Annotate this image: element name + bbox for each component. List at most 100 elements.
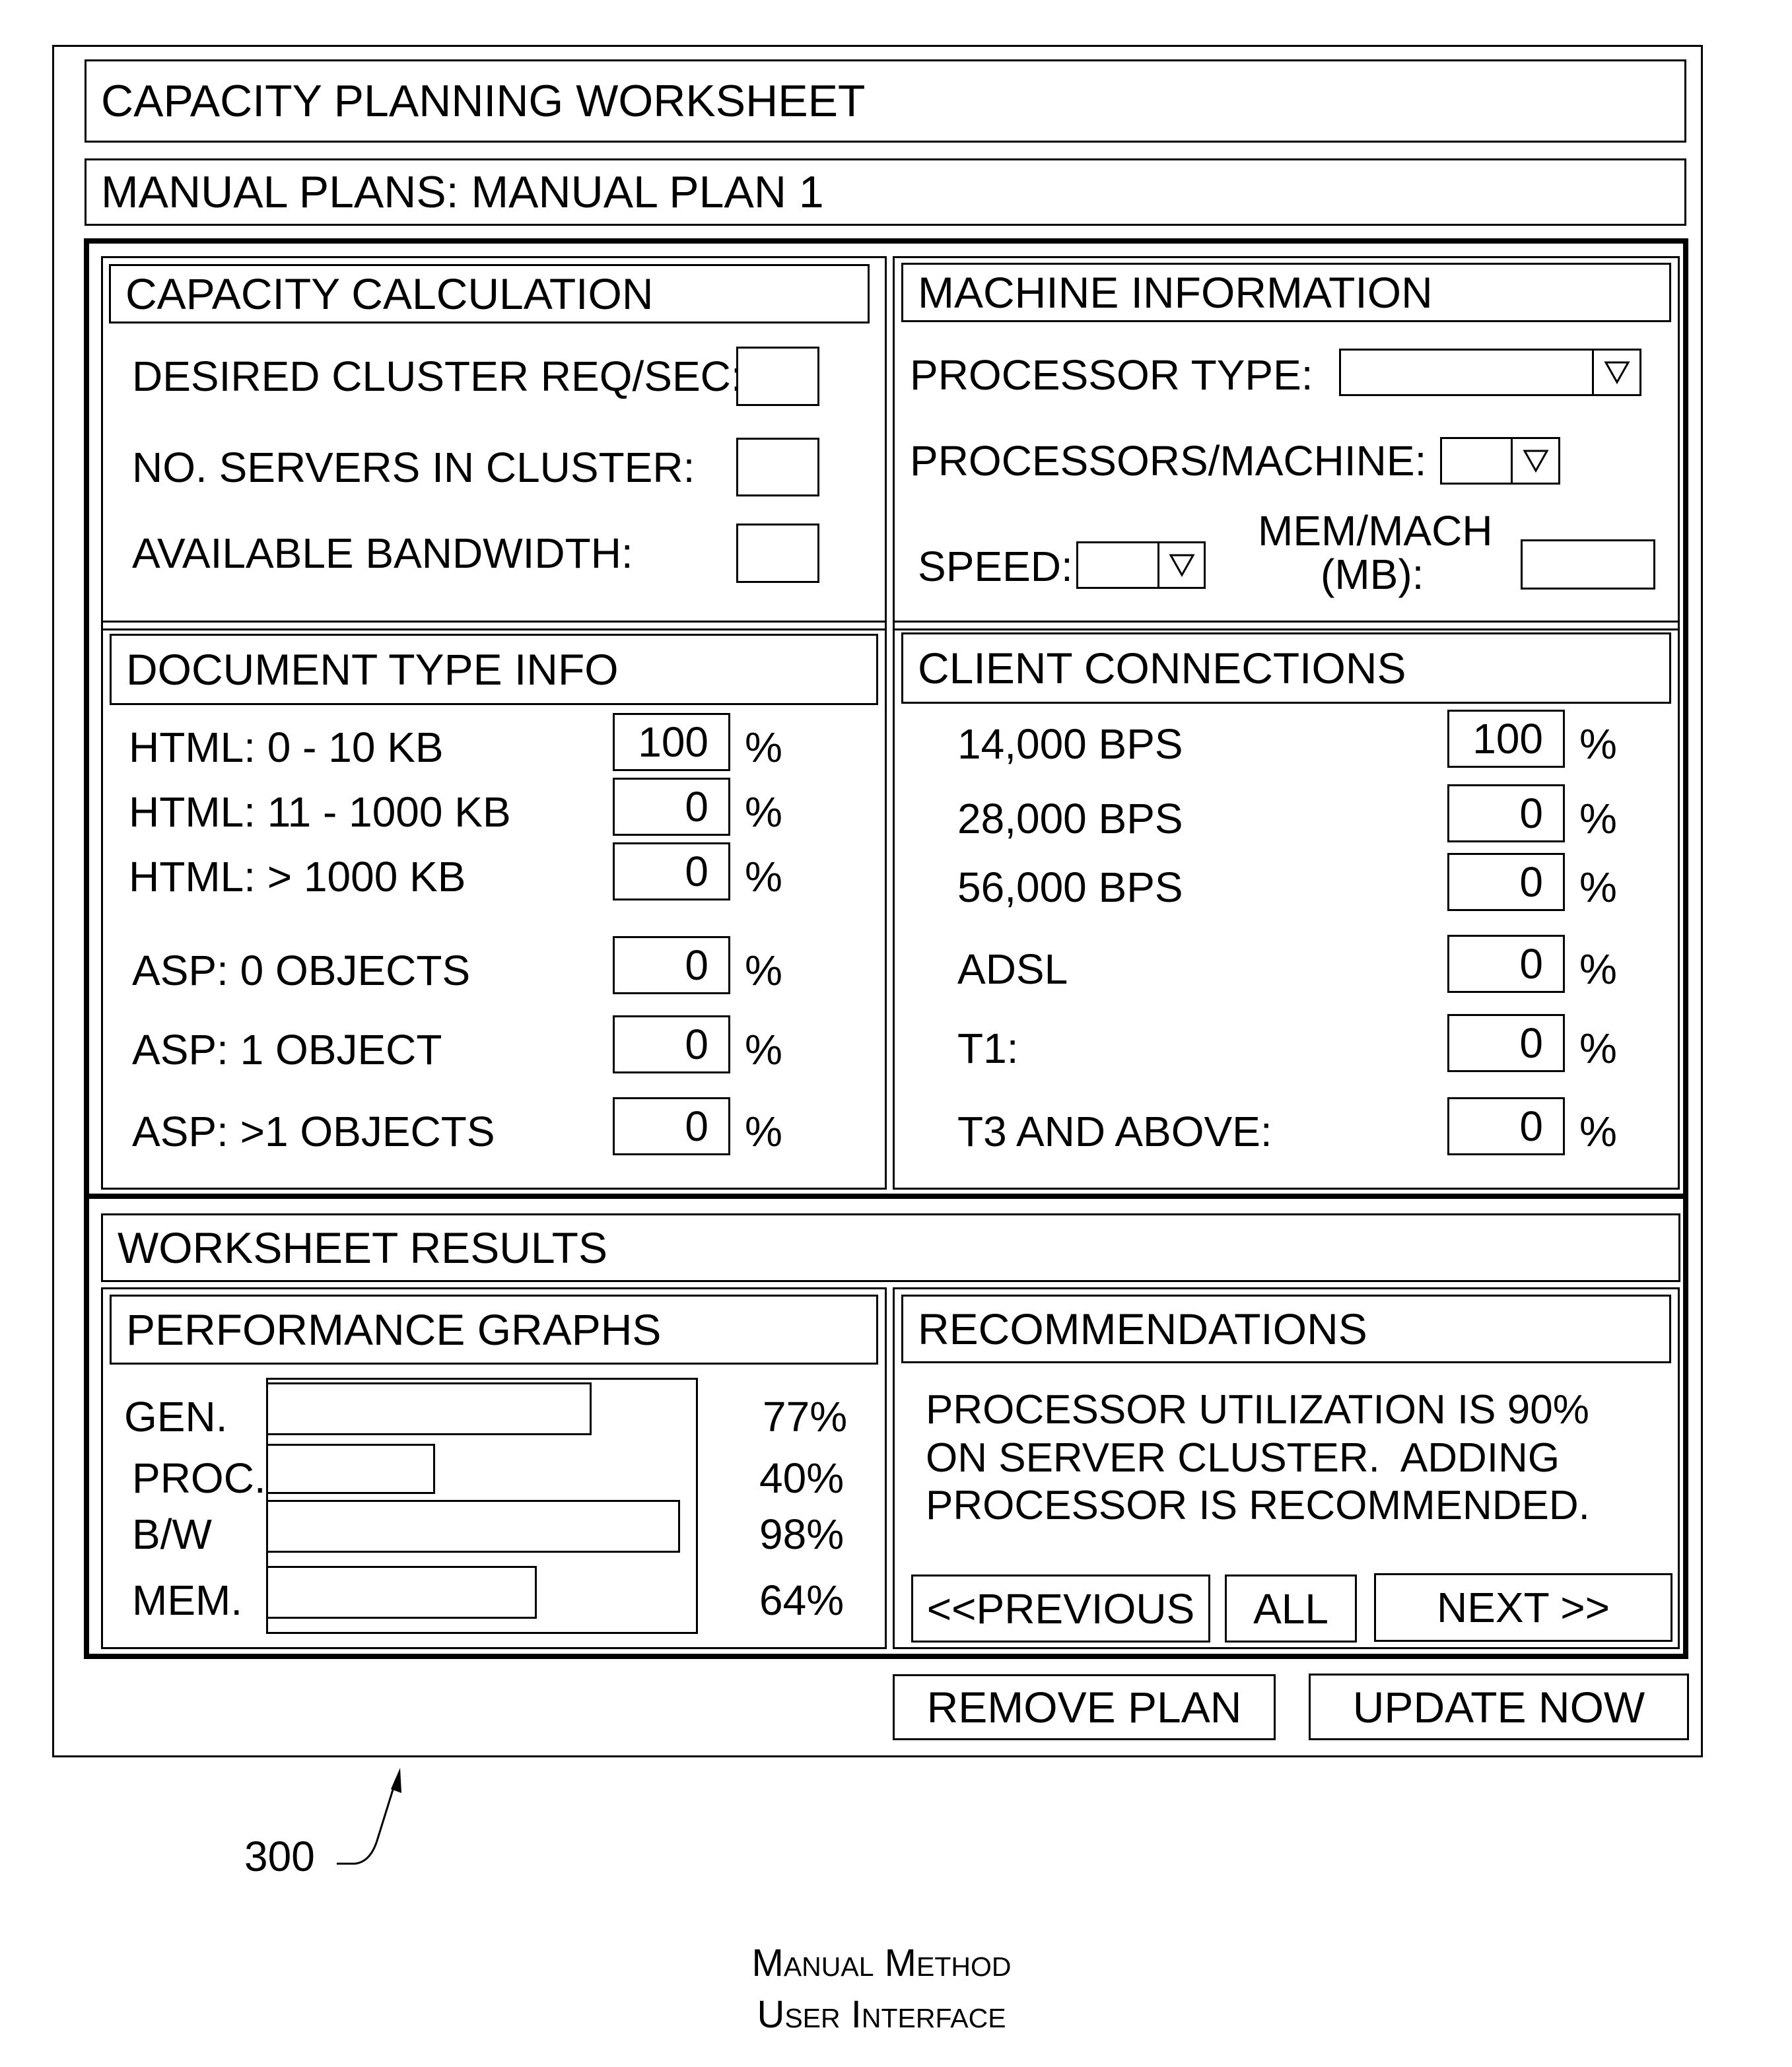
- client-connections-header: CLIENT CONNECTIONS: [901, 632, 1671, 704]
- document-type-percent-input[interactable]: 0: [613, 1015, 730, 1073]
- connection-type-label: T1:: [957, 1025, 1019, 1072]
- performance-bar-value: 64%: [759, 1576, 844, 1624]
- triangle-down-icon[interactable]: [1511, 439, 1558, 483]
- figure-caption: Manual Method User Interface: [660, 1938, 1103, 2041]
- percent-unit: %: [745, 1108, 782, 1155]
- figure-caption-line-1: Manual Method: [751, 1942, 1012, 1984]
- plan-selector[interactable]: MANUAL PLANS: MANUAL PLAN 1: [85, 158, 1686, 226]
- title-bar: CAPACITY PLANNING WORKSHEET: [85, 59, 1686, 143]
- percent-unit: %: [1579, 945, 1617, 993]
- connection-percent-input[interactable]: 0: [1447, 853, 1565, 911]
- triangle-down-icon[interactable]: [1157, 543, 1204, 587]
- performance-bar: [266, 1444, 435, 1494]
- recommendations-header: RECOMMENDATIONS: [901, 1295, 1671, 1363]
- machine-information-header: MACHINE INFORMATION: [901, 263, 1671, 322]
- recommendation-text-line-1: PROCESSOR UTILIZATION IS 90%: [926, 1387, 1589, 1433]
- panel-divider: [101, 628, 887, 630]
- available-bandwidth-input[interactable]: [736, 524, 819, 583]
- connection-percent-input[interactable]: 0: [1447, 1097, 1565, 1155]
- connection-type-label: 28,000 BPS: [957, 795, 1183, 842]
- percent-unit: %: [745, 788, 782, 836]
- performance-bar: [266, 1382, 592, 1435]
- leader-arrow-icon: [337, 1768, 401, 1865]
- update-now-button[interactable]: UPDATE NOW: [1309, 1674, 1689, 1740]
- document-type-label: HTML: 11 - 1000 KB: [129, 788, 511, 836]
- percent-unit: %: [1579, 795, 1617, 842]
- section-divider: [84, 1194, 1688, 1199]
- connection-type-label: 14,000 BPS: [957, 720, 1183, 768]
- triangle-down-icon[interactable]: [1592, 351, 1639, 394]
- performance-bar: [266, 1500, 680, 1553]
- percent-unit: %: [1579, 1108, 1617, 1155]
- document-type-label: ASP: >1 OBJECTS: [132, 1108, 495, 1155]
- percent-unit: %: [1579, 864, 1617, 911]
- document-type-label: ASP: 0 OBJECTS: [132, 947, 471, 994]
- speed-label: SPEED:: [918, 543, 1073, 590]
- performance-bar-label: MEM.: [132, 1576, 243, 1624]
- processor-type-label: PROCESSOR TYPE:: [910, 351, 1313, 399]
- next-recommendation-button[interactable]: NEXT >>: [1374, 1573, 1672, 1642]
- mem-per-machine-label-line1: MEM/MACH: [1258, 507, 1493, 555]
- connection-type-label: T3 AND ABOVE:: [957, 1108, 1272, 1155]
- document-type-percent-input[interactable]: 100: [613, 713, 730, 771]
- mem-per-machine-label-line2: (MB):: [1321, 551, 1424, 598]
- document-type-percent-input[interactable]: 0: [613, 1097, 730, 1155]
- window-title: CAPACITY PLANNING WORKSHEET: [101, 76, 866, 126]
- percent-unit: %: [745, 1026, 782, 1073]
- client-connections-title: CLIENT CONNECTIONS: [918, 644, 1406, 693]
- speed-select[interactable]: [1076, 541, 1206, 589]
- processor-type-select[interactable]: [1339, 349, 1641, 396]
- processors-per-machine-label: PROCESSORS/MACHINE:: [910, 437, 1427, 485]
- percent-unit: %: [1579, 720, 1617, 768]
- document-type-label: HTML: 0 - 10 KB: [129, 724, 444, 771]
- servers-in-cluster-input[interactable]: [736, 438, 819, 496]
- recommendation-text-line-2: ON SERVER CLUSTER. ADDING: [926, 1435, 1560, 1481]
- mem-per-machine-input[interactable]: [1521, 539, 1655, 590]
- performance-bar-label: GEN.: [124, 1393, 228, 1440]
- performance-graphs-header: PERFORMANCE GRAPHS: [110, 1295, 878, 1365]
- connection-type-label: 56,000 BPS: [957, 864, 1183, 911]
- document-type-info-title: DOCUMENT TYPE INFO: [126, 645, 619, 694]
- performance-bar-label: B/W: [132, 1510, 212, 1558]
- panel-divider: [893, 621, 1680, 623]
- document-type-percent-input[interactable]: 0: [613, 778, 730, 836]
- all-recommendations-button[interactable]: ALL: [1225, 1575, 1357, 1643]
- previous-recommendation-button[interactable]: <<PREVIOUS: [911, 1575, 1210, 1643]
- worksheet-results-header: WORKSHEET RESULTS: [101, 1213, 1680, 1282]
- percent-unit: %: [745, 724, 782, 771]
- figure-caption-line-2: User Interface: [757, 1993, 1006, 2037]
- document-type-label: HTML: > 1000 KB: [129, 853, 466, 900]
- connection-percent-input[interactable]: 0: [1447, 1014, 1565, 1072]
- worksheet-results-title: WORKSHEET RESULTS: [118, 1223, 608, 1272]
- percent-unit: %: [1579, 1025, 1617, 1072]
- performance-graphs-title: PERFORMANCE GRAPHS: [126, 1305, 662, 1354]
- remove-plan-button[interactable]: REMOVE PLAN: [893, 1674, 1276, 1740]
- capacity-calculation-title: CAPACITY CALCULATION: [125, 269, 654, 318]
- document-type-percent-input[interactable]: 0: [613, 842, 730, 900]
- figure-reference-number: 300: [244, 1833, 315, 1880]
- machine-information-title: MACHINE INFORMATION: [918, 268, 1433, 317]
- document-type-label: ASP: 1 OBJECT: [132, 1026, 442, 1073]
- panel-divider: [893, 628, 1680, 630]
- performance-bar: [266, 1566, 537, 1619]
- available-bandwidth-label: AVAILABLE BANDWIDTH:: [132, 529, 633, 577]
- desired-cluster-req-label: DESIRED CLUSTER REQ/SEC:: [132, 353, 743, 400]
- plan-label: MANUAL PLANS: MANUAL PLAN 1: [101, 167, 824, 217]
- performance-bar-label: PROC.: [132, 1454, 266, 1502]
- document-type-info-header: DOCUMENT TYPE INFO: [110, 634, 878, 705]
- capacity-calculation-header: CAPACITY CALCULATION: [109, 264, 870, 323]
- performance-bar-value: 40%: [759, 1454, 844, 1502]
- percent-unit: %: [745, 853, 782, 900]
- connection-percent-input[interactable]: 0: [1447, 784, 1565, 842]
- connection-percent-input[interactable]: 100: [1447, 710, 1565, 768]
- recommendation-text-line-3: PROCESSOR IS RECOMMENDED.: [926, 1483, 1590, 1528]
- connection-percent-input[interactable]: 0: [1447, 935, 1565, 993]
- connection-type-label: ADSL: [957, 945, 1068, 993]
- processors-per-machine-select[interactable]: [1440, 437, 1560, 485]
- performance-bar-value: 77%: [763, 1393, 848, 1440]
- servers-in-cluster-label: NO. SERVERS IN CLUSTER:: [132, 444, 695, 491]
- desired-cluster-req-input[interactable]: [736, 347, 819, 406]
- performance-bar-value: 98%: [759, 1510, 844, 1558]
- document-type-percent-input[interactable]: 0: [613, 936, 730, 994]
- recommendations-title: RECOMMENDATIONS: [918, 1305, 1367, 1353]
